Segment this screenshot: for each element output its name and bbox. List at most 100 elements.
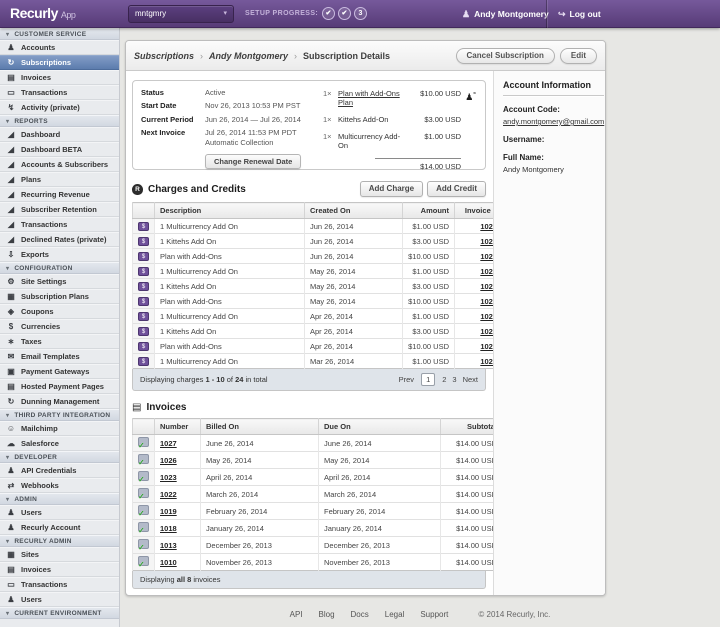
sidebar-item-salesforce[interactable]: ☁Salesforce [0, 436, 119, 451]
breadcrumb-item-subscriptions[interactable]: Subscriptions [134, 51, 194, 61]
subscription-fields: StatusActiveStart DateNov 26, 2013 10:53… [141, 88, 319, 162]
sidebar-section-developer[interactable]: ▾DEVELOPER [0, 451, 119, 463]
sidebar-item-hosted-payment-pages[interactable]: ▤Hosted Payment Pages [0, 379, 119, 394]
check-icon: ✓ [138, 492, 145, 501]
line-item-name[interactable]: Plan with Add-Ons Plan [338, 89, 407, 107]
breadcrumb-bar: Subscriptions›Andy Montgomery›Subscripti… [126, 41, 605, 71]
footer-link-legal[interactable]: Legal [385, 610, 405, 619]
sidebar-section-customer-service[interactable]: ▾CUSTOMER SERVICE [0, 28, 119, 40]
invoice-number-cell: 1019 [155, 503, 201, 520]
invoice-icon-cell: ✓ [133, 452, 155, 469]
sidebar-item-subscription-plans[interactable]: ▦Subscription Plans [0, 289, 119, 304]
sidebar-item-subscriptions[interactable]: ↻Subscriptions [0, 55, 119, 70]
site-dropdown[interactable]: mntgmry▾ [128, 5, 234, 23]
sidebar-item-transactions[interactable]: ◢Transactions [0, 217, 119, 232]
sidebar-item-plans[interactable]: ◢Plans [0, 172, 119, 187]
footer-link-support[interactable]: Support [420, 610, 448, 619]
line-item-qty: 1× [323, 132, 338, 141]
invoice-link[interactable]: 1010 [160, 558, 177, 567]
sidebar-item-email-templates[interactable]: ✉Email Templates [0, 349, 119, 364]
sidebar-item-accounts[interactable]: ♟Accounts [0, 40, 119, 55]
invoice-link[interactable]: 1027 [160, 439, 177, 448]
copyright: © 2014 Recurly, Inc. [478, 610, 550, 619]
breadcrumb-item-andy-montgomery[interactable]: Andy Montgomery [209, 51, 288, 61]
sidebar-item-mailchimp[interactable]: ☺Mailchimp [0, 421, 119, 436]
add-credit-button[interactable]: Add Credit [427, 181, 486, 197]
sidebar-item-api-credentials[interactable]: ♟API Credentials [0, 463, 119, 478]
sidebar-item-transactions[interactable]: ▭Transactions [0, 577, 119, 592]
user-menu[interactable]: ♟Andy Montgomery [462, 0, 549, 28]
sidebar-item-users[interactable]: ♟Users [0, 592, 119, 607]
sidebar-section-reports[interactable]: ▾REPORTS [0, 115, 119, 127]
cancel-subscription-button[interactable]: Cancel Subscription [456, 48, 555, 64]
sidebar-item-users[interactable]: ♟Users [0, 505, 119, 520]
sidebar-item-activity-private[interactable]: ↯Activity (private) [0, 100, 119, 115]
charge-icon: $ [138, 282, 149, 291]
sidebar-item-label: Subscriber Retention [21, 205, 97, 214]
invoice-link[interactable]: 1022 [160, 490, 177, 499]
sidebar-item-sites[interactable]: ▦Sites [0, 547, 119, 562]
invoice-number-cell: 1010 [155, 554, 201, 571]
sidebar-section-third-party-integration[interactable]: ▾THIRD PARTY INTEGRATION [0, 409, 119, 421]
sidebar-item-coupons[interactable]: ◈Coupons [0, 304, 119, 319]
invoice-link[interactable]: 1013 [160, 541, 177, 550]
sidebar-item-recurly-account[interactable]: ♟Recurly Account [0, 520, 119, 535]
pagination-prev[interactable]: Prev [399, 375, 414, 384]
footer-link-docs[interactable]: Docs [351, 610, 369, 619]
pagination-page-2[interactable]: 2 [442, 375, 446, 384]
sidebar-item-invoices[interactable]: ▤Invoices [0, 70, 119, 85]
invoice-link[interactable]: 1018 [160, 524, 177, 533]
sidebar-item-dashboard[interactable]: ◢Dashboard [0, 127, 119, 142]
charges-count-text: Displaying charges 1 - 10 of 24 in total [140, 375, 268, 384]
charge-amount: $1.00 USD [403, 264, 455, 279]
sidebar-section-current-environment[interactable]: ▾CURRENT ENVIRONMENT [0, 607, 119, 619]
edit-button[interactable]: Edit [560, 48, 597, 64]
invoice-link[interactable]: 1023 [160, 473, 177, 482]
logout-button[interactable]: ↪Log out [558, 0, 601, 28]
charge-description: Plan with Add-Ons [155, 294, 305, 309]
sidebar-section-admin[interactable]: ▾ADMIN [0, 493, 119, 505]
footer-link-blog[interactable]: Blog [319, 610, 335, 619]
sidebar-item-label: Transactions [21, 580, 67, 589]
charge-description: 1 Multicurrency Add On [155, 219, 305, 234]
sidebar-item-site-settings[interactable]: ⚙Site Settings [0, 274, 119, 289]
sidebar-item-invoices[interactable]: ▤Invoices [0, 562, 119, 577]
sidebar-item-dashboard-beta[interactable]: ◢Dashboard BETA [0, 142, 119, 157]
sidebar-item-recurring-revenue[interactable]: ◢Recurring Revenue [0, 187, 119, 202]
invoice-link[interactable]: 1026 [160, 456, 177, 465]
sidebar-item-label: Activity (private) [21, 103, 80, 112]
breadcrumb-separator: › [200, 51, 203, 61]
charge-amount: $3.00 USD [403, 234, 455, 249]
charge-created-on: Jun 26, 2014 [305, 234, 403, 249]
sidebar-item-transactions[interactable]: ▭Transactions [0, 85, 119, 100]
account-info-panel: Account Information Account Code: andy.m… [493, 71, 606, 595]
pagination-page-1[interactable]: 1 [421, 373, 435, 386]
sidebar-item-currencies[interactable]: $Currencies [0, 319, 119, 334]
sidebar-item-dunning-management[interactable]: ↻Dunning Management [0, 394, 119, 409]
pagination-page-3[interactable]: 3 [452, 375, 456, 384]
sidebar-item-accounts-subscribers[interactable]: ◢Accounts & Subscribers [0, 157, 119, 172]
pagination-next[interactable]: Next [463, 375, 478, 384]
invoice-due-on: June 26, 2014 [319, 435, 441, 452]
add-charge-button[interactable]: Add Charge [360, 181, 423, 197]
sidebar-item-exports[interactable]: ⇩Exports [0, 247, 119, 262]
sidebar-section-recurly-admin[interactable]: ▾RECURLY ADMIN [0, 535, 119, 547]
sidebar-item-declined-rates-private[interactable]: ◢Declined Rates (private) [0, 232, 119, 247]
invoice-link[interactable]: 1019 [160, 507, 177, 516]
sidebar-item-webhooks[interactable]: ⇄Webhooks [0, 478, 119, 493]
sidebar-item-payment-gateways[interactable]: ▣Payment Gateways [0, 364, 119, 379]
invoice-number-cell: 1027 [155, 435, 201, 452]
change-renewal-date-button[interactable]: Change Renewal Date [205, 154, 301, 169]
footer-link-api[interactable]: API [290, 610, 303, 619]
charge-description: Plan with Add-Ons [155, 249, 305, 264]
sidebar-item-taxes[interactable]: ∗Taxes [0, 334, 119, 349]
invoice-due-on: December 26, 2013 [319, 537, 441, 554]
sidebar-item-label: Users [21, 595, 42, 604]
charge-icon-cell: $ [133, 354, 155, 369]
sidebar-item-label: Invoices [21, 73, 51, 82]
sidebar-section-configuration[interactable]: ▾CONFIGURATION [0, 262, 119, 274]
field-value: Active [205, 88, 319, 98]
sidebar-item-subscriber-retention[interactable]: ◢Subscriber Retention [0, 202, 119, 217]
account-code-link[interactable]: andy.montgomery@gmail.com [503, 117, 604, 126]
table-row: $1 Multicurrency Add OnApr 26, 2014$1.00… [133, 309, 503, 324]
